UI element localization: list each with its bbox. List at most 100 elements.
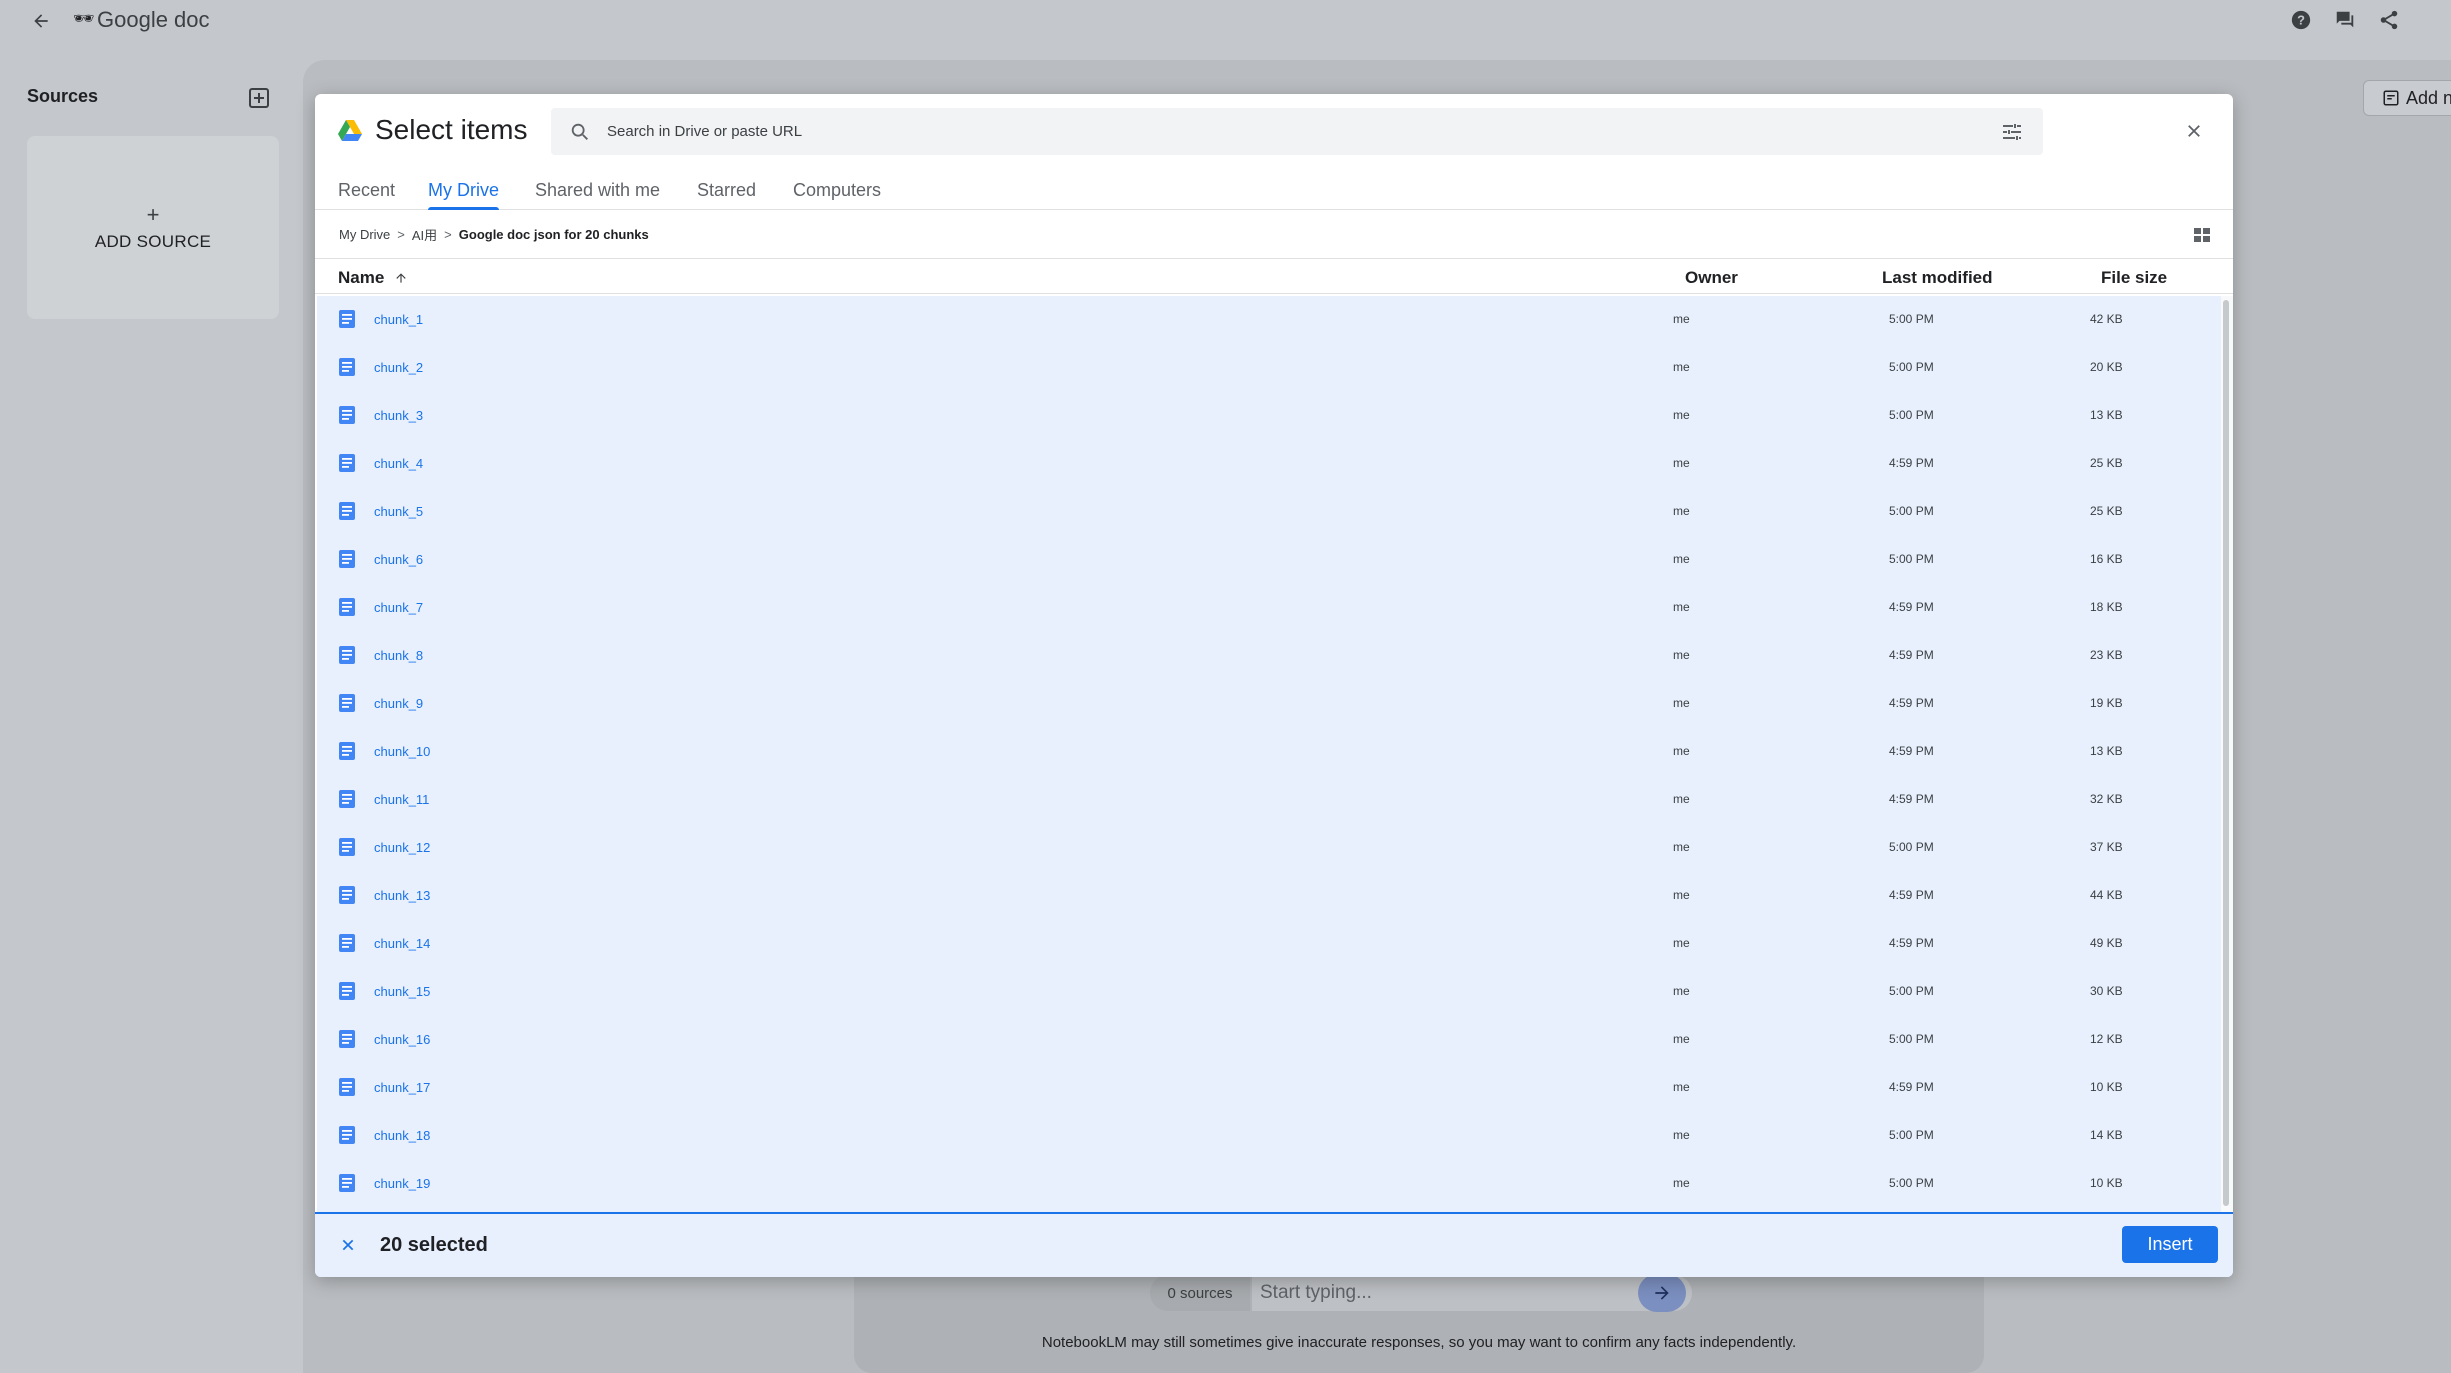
chat-icon[interactable] <box>2332 7 2358 33</box>
tab-shared-with-me[interactable]: Shared with me <box>535 176 660 210</box>
column-header-last-modified[interactable]: Last modified <box>1882 268 1993 288</box>
file-last-modified: 5:00 PM <box>1889 1032 1934 1046</box>
file-row[interactable]: chunk_1 me 5:00 PM 42 KB <box>317 296 2221 344</box>
file-row[interactable]: chunk_7 me 4:59 PM 18 KB <box>317 584 2221 632</box>
file-row[interactable]: chunk_13 me 4:59 PM 44 KB <box>317 872 2221 920</box>
file-name: chunk_15 <box>374 984 431 999</box>
select-items-dialog: Select items Recent My Drive Shared with… <box>315 94 2233 1277</box>
file-name: chunk_12 <box>374 840 431 855</box>
notebook-emoji-icon: 🕶 <box>73 9 95 28</box>
file-owner: me <box>1673 840 1690 854</box>
send-button[interactable] <box>1638 1274 1686 1312</box>
close-icon <box>342 1239 354 1251</box>
file-owner: me <box>1673 360 1690 374</box>
column-header-owner[interactable]: Owner <box>1685 268 1738 288</box>
breadcrumb-my-drive[interactable]: My Drive <box>339 227 390 242</box>
tab-recent[interactable]: Recent <box>338 176 395 210</box>
file-name: chunk_6 <box>374 552 424 567</box>
tab-starred[interactable]: Starred <box>697 176 756 210</box>
file-size: 14 KB <box>2090 1128 2123 1142</box>
app-header: 🕶 Google doc ? <box>0 0 2451 42</box>
file-row[interactable]: chunk_19 me 5:00 PM 10 KB <box>317 1160 2221 1208</box>
file-row[interactable]: chunk_14 me 4:59 PM 49 KB <box>317 920 2221 968</box>
share-icon[interactable] <box>2376 7 2402 33</box>
add-source-card[interactable]: + ADD SOURCE <box>27 136 279 319</box>
chat-sources-count[interactable]: 0 sources <box>1150 1275 1250 1311</box>
file-owner: me <box>1673 888 1690 902</box>
file-owner: me <box>1673 1176 1690 1190</box>
file-size: 25 KB <box>2090 456 2123 470</box>
file-row[interactable]: chunk_15 me 5:00 PM 30 KB <box>317 968 2221 1016</box>
column-header-name[interactable]: Name <box>338 268 408 288</box>
file-row[interactable]: chunk_10 me 4:59 PM 13 KB <box>317 728 2221 776</box>
column-header-file-size[interactable]: File size <box>2101 268 2167 288</box>
search-input[interactable] <box>607 108 1967 155</box>
file-owner: me <box>1673 1128 1690 1142</box>
file-row[interactable]: chunk_4 me 4:59 PM 25 KB <box>317 440 2221 488</box>
file-row[interactable]: chunk_6 me 5:00 PM 16 KB <box>317 536 2221 584</box>
file-last-modified: 4:59 PM <box>1889 456 1934 470</box>
google-doc-icon <box>339 1174 355 1192</box>
file-name: chunk_13 <box>374 888 431 903</box>
file-size: 23 KB <box>2090 648 2123 662</box>
file-row[interactable]: chunk_17 me 4:59 PM 10 KB <box>317 1064 2221 1112</box>
add-source-icon[interactable] <box>248 87 270 109</box>
add-note-button[interactable]: Add n <box>2363 80 2451 116</box>
file-size: 16 KB <box>2090 552 2123 566</box>
close-dialog-button[interactable] <box>2181 118 2207 144</box>
tune-icon[interactable] <box>2000 120 2024 144</box>
file-owner: me <box>1673 552 1690 566</box>
scrollbar-thumb[interactable] <box>2223 300 2229 1206</box>
file-name: chunk_8 <box>374 648 424 663</box>
file-row[interactable]: chunk_16 me 5:00 PM 12 KB <box>317 1016 2221 1064</box>
notebook-title[interactable]: Google doc <box>97 7 210 33</box>
file-last-modified: 4:59 PM <box>1889 744 1934 758</box>
file-row[interactable]: chunk_8 me 4:59 PM 23 KB <box>317 632 2221 680</box>
file-row[interactable]: chunk_12 me 5:00 PM 37 KB <box>317 824 2221 872</box>
tab-computers[interactable]: Computers <box>793 176 881 210</box>
google-doc-icon <box>339 502 355 520</box>
back-arrow-icon[interactable] <box>28 8 54 34</box>
google-doc-icon <box>339 550 355 568</box>
file-size: 20 KB <box>2090 360 2123 374</box>
google-doc-icon <box>339 358 355 376</box>
file-size: 32 KB <box>2090 792 2123 806</box>
file-row[interactable]: chunk_2 me 5:00 PM 20 KB <box>317 344 2221 392</box>
file-size: 10 KB <box>2090 1176 2123 1190</box>
file-row[interactable]: chunk_5 me 5:00 PM 25 KB <box>317 488 2221 536</box>
file-row[interactable]: chunk_18 me 5:00 PM 14 KB <box>317 1112 2221 1160</box>
file-last-modified: 4:59 PM <box>1889 696 1934 710</box>
search-bar[interactable] <box>551 108 2043 155</box>
insert-button[interactable]: Insert <box>2122 1226 2218 1263</box>
breadcrumb-current-folder: Google doc json for 20 chunks <box>458 226 649 242</box>
file-last-modified: 4:59 PM <box>1889 648 1934 662</box>
file-size: 12 KB <box>2090 1032 2123 1046</box>
help-icon[interactable]: ? <box>2288 7 2314 33</box>
arrow-forward-icon <box>1655 1286 1669 1300</box>
file-name: chunk_18 <box>374 1128 431 1143</box>
file-last-modified: 4:59 PM <box>1889 888 1934 902</box>
google-doc-icon <box>339 694 355 712</box>
file-last-modified: 5:00 PM <box>1889 1128 1934 1142</box>
google-doc-icon <box>339 934 355 952</box>
tab-my-drive[interactable]: My Drive <box>428 176 499 210</box>
close-icon <box>2188 125 2200 137</box>
file-row[interactable]: chunk_9 me 4:59 PM 19 KB <box>317 680 2221 728</box>
grid-view-icon[interactable] <box>2191 224 2213 246</box>
column-name-label: Name <box>338 268 385 287</box>
google-doc-icon <box>339 742 355 760</box>
clear-selection-button[interactable] <box>335 1232 361 1258</box>
file-row[interactable]: chunk_3 me 5:00 PM 13 KB <box>317 392 2221 440</box>
column-headers: Name Owner Last modified File size <box>315 258 2233 294</box>
breadcrumb-ai-folder[interactable]: AI用 <box>412 225 437 244</box>
file-name: chunk_1 <box>374 312 424 327</box>
file-name: chunk_14 <box>374 936 431 951</box>
file-size: 30 KB <box>2090 984 2123 998</box>
google-doc-icon <box>339 1126 355 1144</box>
chat-input[interactable]: Start typing... <box>1252 1275 1692 1311</box>
file-row[interactable]: chunk_11 me 4:59 PM 32 KB <box>317 776 2221 824</box>
file-size: 44 KB <box>2090 888 2123 902</box>
selection-footer: 20 selected Insert <box>315 1212 2233 1277</box>
file-last-modified: 4:59 PM <box>1889 936 1934 950</box>
file-size: 42 KB <box>2090 312 2123 326</box>
